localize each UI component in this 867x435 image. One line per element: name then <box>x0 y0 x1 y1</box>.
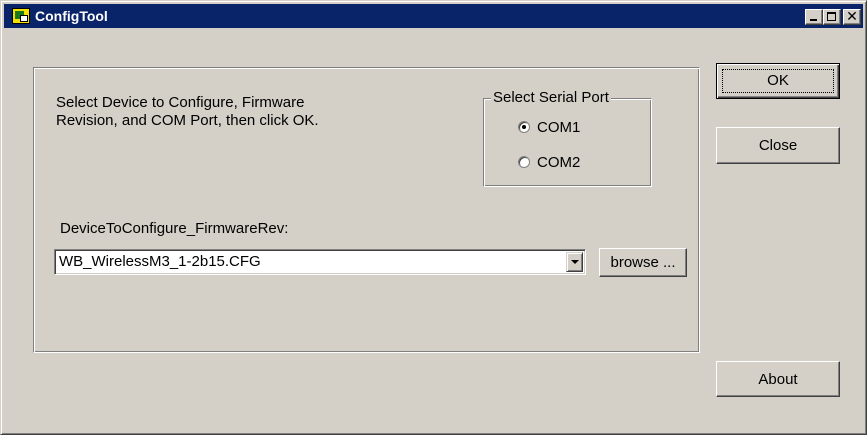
instruction-text: Select Device to Configure, Firmware Rev… <box>56 94 386 130</box>
about-button[interactable]: About <box>716 361 840 397</box>
radio-com2[interactable]: COM2 <box>518 153 580 171</box>
device-field-label: DeviceToConfigure_FirmwareRev: <box>60 220 289 237</box>
radio-com1-label[interactable]: COM1 <box>537 119 580 136</box>
radio-com1[interactable]: COM1 <box>518 118 580 136</box>
serial-port-group-label: Select Serial Port <box>491 89 611 107</box>
serial-port-groupbox: Select Serial Port COM1 COM2 <box>483 89 652 187</box>
minimize-icon <box>810 19 817 21</box>
device-combobox[interactable]: WB_WirelessM3_1-2b15.CFG <box>54 249 586 275</box>
window-title: ConfigTool <box>35 8 108 24</box>
close-button[interactable]: Close <box>716 127 840 164</box>
radio-com2-button[interactable] <box>518 156 530 168</box>
instruction-line-2: Revision, and COM Port, then click OK. <box>56 112 319 129</box>
dropdown-arrow-icon[interactable] <box>566 252 583 272</box>
app-icon <box>12 8 30 24</box>
radio-com2-label[interactable]: COM2 <box>537 154 580 171</box>
minimize-button[interactable] <box>805 9 823 25</box>
ok-button-label: OK <box>767 71 789 89</box>
instruction-line-1: Select Device to Configure, Firmware <box>56 94 305 111</box>
ok-button[interactable]: OK <box>716 63 840 99</box>
browse-button[interactable]: browse ... <box>599 248 687 277</box>
title-bar[interactable]: ConfigTool ✕ <box>4 4 863 28</box>
close-window-button[interactable]: ✕ <box>843 8 861 25</box>
radio-com1-button[interactable] <box>518 121 530 133</box>
maximize-icon <box>827 12 836 21</box>
configtool-window: ConfigTool ✕ Select Device to Configure,… <box>0 0 867 435</box>
device-combobox-value[interactable]: WB_WirelessM3_1-2b15.CFG <box>59 253 261 270</box>
config-panel: Select Device to Configure, Firmware Rev… <box>33 67 700 353</box>
maximize-button[interactable] <box>823 9 841 25</box>
close-icon: ✕ <box>846 8 858 24</box>
